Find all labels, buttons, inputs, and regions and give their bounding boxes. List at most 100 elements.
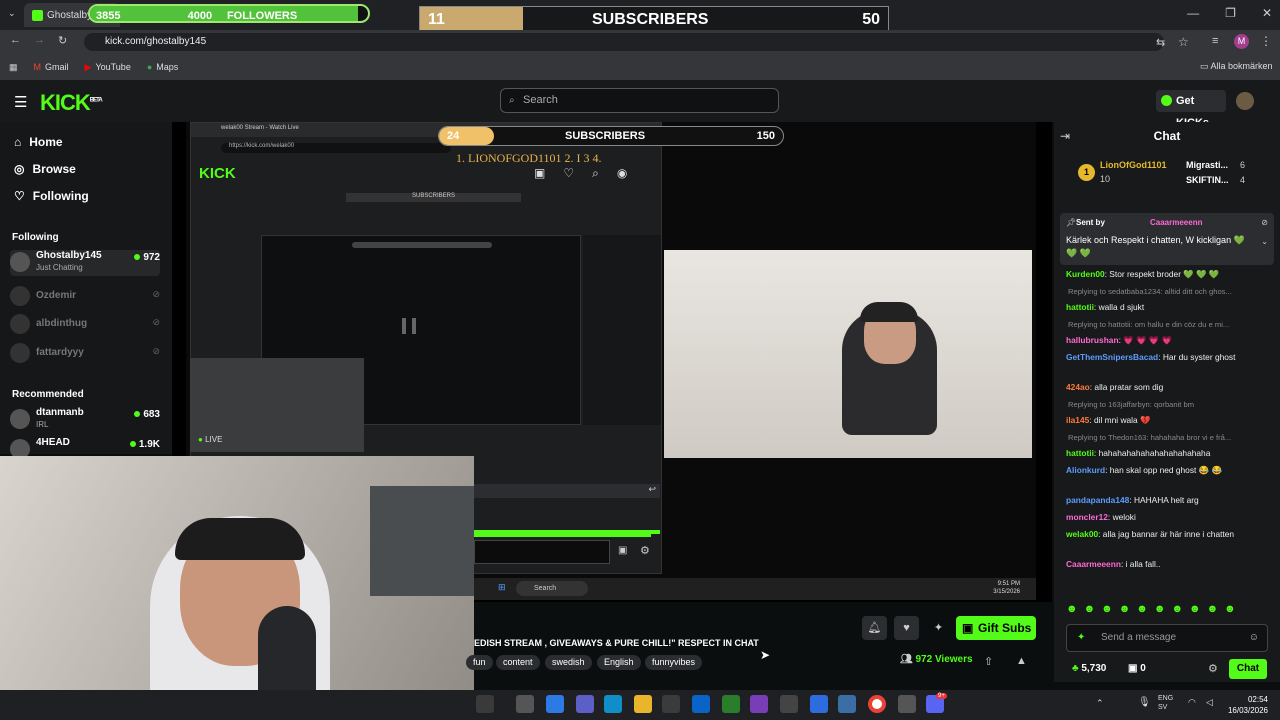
chat-username[interactable]: Caaarmeeenn bbox=[1066, 559, 1121, 569]
microphone-icon[interactable]: 🎙︎ bbox=[1138, 697, 1151, 708]
channel-albdinthug[interactable]: albdinthug ⊘ bbox=[10, 312, 160, 338]
chat-message[interactable]: 424ao: alla pratar som dig bbox=[1066, 381, 1272, 394]
follow-heart-button[interactable]: ♥ bbox=[894, 616, 919, 640]
report-icon[interactable]: ▲ bbox=[1016, 655, 1027, 667]
task-view-icon[interactable] bbox=[476, 695, 494, 713]
chat-username[interactable]: ila145 bbox=[1066, 415, 1089, 425]
chat-message[interactable]: pandapanda148: HAHAHA helt arg bbox=[1066, 494, 1272, 507]
share-icon[interactable]: ⇧ bbox=[984, 655, 993, 668]
chat-username[interactable]: GetThemSnipersBacad bbox=[1066, 352, 1158, 362]
app-icon-3[interactable] bbox=[838, 695, 856, 713]
media-icon[interactable]: ≡ bbox=[1212, 35, 1218, 47]
chrome-icon[interactable] bbox=[868, 695, 886, 713]
channel-points[interactable]: ♣ 5,730 bbox=[1072, 663, 1106, 674]
close-icon[interactable]: ✕ bbox=[1262, 6, 1272, 20]
notifications-bell-button[interactable]: 🔔︎ bbox=[862, 616, 887, 640]
app-icon-2[interactable] bbox=[780, 695, 798, 713]
obs-icon[interactable] bbox=[898, 695, 916, 713]
tag-english[interactable]: English bbox=[597, 655, 641, 670]
kick-logo[interactable]: KICKBETA bbox=[40, 90, 103, 116]
tray-chevron-icon[interactable]: ⌃ bbox=[1096, 698, 1104, 709]
outlook-icon[interactable] bbox=[692, 695, 710, 713]
back-icon[interactable]: ← bbox=[10, 34, 21, 46]
all-bookmarks[interactable]: ▭ Alla bokmärken bbox=[1200, 61, 1273, 72]
chat-username[interactable]: 424ao bbox=[1066, 382, 1090, 392]
chat-message[interactable]: welak00: alla jag bannar är här inne i c… bbox=[1066, 528, 1272, 541]
chat-message[interactable]: Kurden00: Stor respekt broder 💚 💚 💚 bbox=[1066, 268, 1272, 281]
bookmark-youtube[interactable]: ▶ YouTube bbox=[85, 62, 131, 73]
chat-reply-context[interactable]: Replying to hattotii: om hallu e din cöz… bbox=[1068, 320, 1268, 329]
sparkle-button[interactable]: ✦ bbox=[926, 616, 951, 640]
channel-dtanmanb[interactable]: dtanmanb IRL 683 bbox=[10, 407, 160, 433]
gift-counter[interactable]: ▣ 0 bbox=[1128, 663, 1146, 674]
forward-icon[interactable]: → bbox=[34, 34, 45, 46]
translate-icon[interactable]: ⇆ bbox=[1156, 36, 1165, 49]
chat-message[interactable]: GetThemSnipersBacad: Har du syster ghost bbox=[1066, 351, 1272, 364]
tag-funnyvibes[interactable]: funnyvibes bbox=[645, 655, 703, 670]
chat-username[interactable]: hattotii bbox=[1066, 302, 1094, 312]
menu-dots-icon[interactable]: ⋮ bbox=[1260, 34, 1272, 48]
leaderboard-user-2[interactable]: Migrasti... bbox=[1186, 160, 1228, 170]
copilot-icon[interactable] bbox=[546, 695, 564, 713]
tag-fun[interactable]: fun bbox=[466, 655, 493, 670]
emoji-icon[interactable]: ☺ bbox=[1249, 625, 1259, 651]
sidebar-item-browse[interactable]: ◎ Browse bbox=[14, 162, 76, 176]
app-icon[interactable] bbox=[750, 695, 768, 713]
expand-chevron-icon[interactable]: ⌄ bbox=[1261, 237, 1268, 246]
chat-username[interactable]: hattotii bbox=[1066, 448, 1094, 458]
wifi-icon[interactable]: ◠ bbox=[1188, 697, 1196, 708]
url-field[interactable]: kick.com/ghostalby145 bbox=[84, 33, 1164, 51]
channel-fattardyyy[interactable]: fattardyyy ⊘ bbox=[10, 341, 160, 367]
edge-icon[interactable] bbox=[604, 695, 622, 713]
chat-username[interactable]: pandapanda148 bbox=[1066, 495, 1129, 505]
unpin-icon[interactable]: ⊘ bbox=[1261, 218, 1268, 227]
gift-subs-button[interactable]: ▣ Gift Subs bbox=[956, 616, 1036, 640]
chat-username[interactable]: Alionkurd bbox=[1066, 465, 1105, 475]
profile-avatar[interactable]: M bbox=[1234, 34, 1249, 49]
photos-icon[interactable] bbox=[810, 695, 828, 713]
leaderboard-user-3[interactable]: SKIFTIN... bbox=[1186, 175, 1229, 185]
search-input[interactable]: ⌕ Search bbox=[500, 88, 779, 113]
chat-reply-context[interactable]: Replying to 163jaffarbyn: qorbanit bm bbox=[1068, 400, 1268, 409]
chat-message-input[interactable]: ✦ Send a message ☺ bbox=[1066, 624, 1268, 652]
language-indicator[interactable]: ENG SV bbox=[1158, 694, 1173, 712]
taskbar-app-icon[interactable] bbox=[516, 695, 534, 713]
get-kicks-button[interactable]: Get KICKs bbox=[1156, 90, 1226, 129]
pinned-message[interactable]: 📌︎ Sent by Caaarmeeenn Kärlek och Respek… bbox=[1060, 213, 1274, 265]
file-explorer-icon[interactable] bbox=[634, 695, 652, 713]
chat-message[interactable]: Caaarmeeenn: i alla fall.. bbox=[1066, 558, 1272, 571]
bookmark-maps[interactable]: ● Maps bbox=[147, 62, 178, 72]
chat-username[interactable]: Kurden00 bbox=[1066, 269, 1105, 279]
bookmark-star-icon[interactable]: ☆ bbox=[1178, 35, 1189, 49]
leaderboard-top-user[interactable]: LionOfGod1101 bbox=[1100, 160, 1167, 170]
chat-settings-icon[interactable]: ⚙ bbox=[1208, 662, 1218, 675]
chat-username[interactable]: hallubrushan bbox=[1066, 335, 1119, 345]
chat-message[interactable]: hattotii: walla d sjukt bbox=[1066, 301, 1272, 314]
chat-username[interactable]: welak00 bbox=[1066, 529, 1098, 539]
user-avatar[interactable] bbox=[1236, 92, 1254, 110]
chat-message[interactable]: hattotii: hahahahahahahahahahahaha bbox=[1066, 447, 1272, 460]
chat-reply-context[interactable]: Replying to sedatbaba1234: alltid ditt o… bbox=[1068, 287, 1268, 296]
volume-icon[interactable]: ◁ bbox=[1206, 697, 1213, 708]
tag-swedish[interactable]: swedish bbox=[545, 655, 592, 670]
channel-ozdemir[interactable]: Ozdemir ⊘ bbox=[10, 284, 160, 310]
channel-ghostalby145[interactable]: Ghostalby145 Just Chatting 972 bbox=[10, 250, 160, 276]
chat-message[interactable]: moncler12: weloki bbox=[1066, 511, 1272, 524]
apps-grid-icon[interactable]: ▦ bbox=[9, 62, 18, 73]
emote-bar[interactable]: ☻☻☻☻☻☻☻☻☻☻ bbox=[1066, 603, 1272, 615]
system-clock[interactable]: 02:54 16/03/2026 bbox=[1228, 694, 1268, 716]
maximize-icon[interactable]: ❐ bbox=[1225, 6, 1236, 20]
chat-message[interactable]: Alionkurd: han skal opp ned ghost 😂 😂 bbox=[1066, 464, 1272, 477]
chat-username[interactable]: moncler12 bbox=[1066, 512, 1108, 522]
teams-icon[interactable] bbox=[576, 695, 594, 713]
reload-icon[interactable]: ↻ bbox=[58, 34, 67, 47]
store-icon[interactable] bbox=[662, 695, 680, 713]
send-chat-button[interactable]: Chat bbox=[1229, 659, 1267, 679]
chat-message[interactable]: ila145: dil mni wala 💔 bbox=[1066, 414, 1272, 427]
sidebar-item-home[interactable]: ⌂ Home bbox=[14, 135, 63, 149]
chat-reply-context[interactable]: Replying to Thedon163: hahahaha bror vi … bbox=[1068, 433, 1268, 442]
chat-message[interactable]: hallubrushan: 💗 💗 💗 💗 bbox=[1066, 334, 1272, 347]
bookmark-gmail[interactable]: M Gmail bbox=[34, 62, 69, 72]
hamburger-menu-icon[interactable]: ☰ bbox=[14, 93, 27, 111]
tab-search-icon[interactable]: ⌄ bbox=[8, 8, 16, 19]
